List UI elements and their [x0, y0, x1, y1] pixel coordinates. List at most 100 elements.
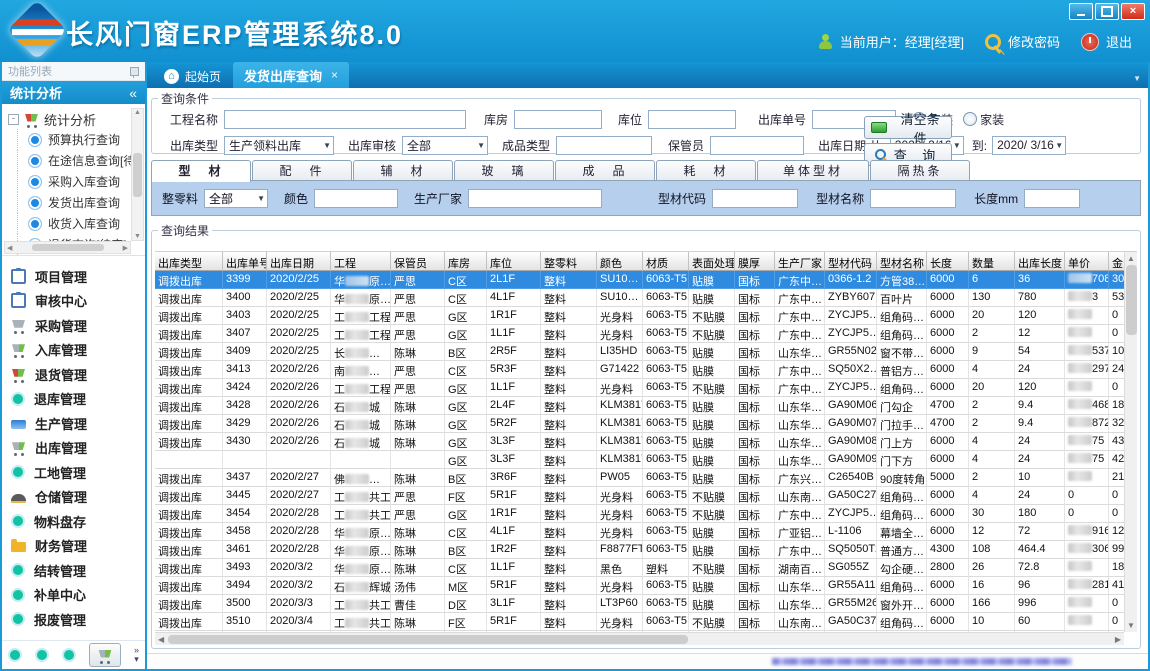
scroll-left-icon[interactable]: ◀ [158, 635, 164, 644]
category-tab[interactable]: 成 品 [555, 160, 655, 181]
sidebar-module-item[interactable]: 项目管理 [2, 264, 145, 289]
table-row[interactable]: 调拨出库34302020/2/26石城陈琳G区3L3F整料KLM38176063… [155, 433, 1124, 451]
out-type-select[interactable]: 生产领料出库▼ [224, 136, 334, 155]
table-row[interactable]: 调拨出库34282020/2/26石城陈琳G区2L4F整料KLM38176063… [155, 397, 1124, 415]
scrollbar-thumb[interactable] [32, 244, 104, 251]
table-row[interactable]: 调拨出库34242020/2/26工工程严思G区1L1F整料光身料6063-T5… [155, 379, 1124, 397]
location-input[interactable] [648, 110, 736, 129]
column-header[interactable]: 金 [1109, 252, 1124, 271]
table-row[interactable]: 调拨出库34372020/2/27佛…陈琳B区3R6F整料PW056063-T5… [155, 469, 1124, 487]
tree-collapse-icon[interactable]: - [8, 114, 19, 125]
table-row[interactable]: 调拨出库34132020/2/26南…严思C区5R3F整料G714226063-… [155, 361, 1124, 379]
project-name-input[interactable] [224, 110, 466, 129]
sidebar-module-item[interactable]: 财务管理 [2, 534, 145, 559]
sidebar-module-item[interactable]: 采购管理 [2, 313, 145, 338]
tree-item[interactable]: 收货入库查询 [8, 213, 131, 234]
length-input[interactable] [1024, 189, 1080, 208]
column-header[interactable]: 出库长度 [1015, 252, 1065, 271]
scroll-down-icon[interactable]: ▼ [134, 233, 141, 240]
footer-more-button[interactable]: »▾ [134, 646, 139, 664]
change-password-link[interactable]: 修改密码 [1008, 32, 1060, 51]
collapse-icon[interactable]: « [129, 85, 137, 101]
sidebar-module-item[interactable]: 审核中心 [2, 289, 145, 314]
column-header[interactable]: 保管员 [391, 252, 445, 271]
radio-jiazhuang[interactable]: 家装 [963, 111, 1004, 128]
tree-item[interactable]: 在途信息查询[待 [8, 150, 131, 171]
profile-name-input[interactable] [870, 189, 956, 208]
sidebar-module-item[interactable]: 补单中心 [2, 583, 145, 608]
tree-item[interactable]: 采购入库查询 [8, 171, 131, 192]
column-header[interactable]: 长度 [927, 252, 969, 271]
scrollbar-thumb[interactable] [168, 635, 688, 644]
tree-item[interactable]: 退库管理[待定] [8, 255, 131, 256]
column-header[interactable]: 颜色 [597, 252, 643, 271]
sidebar-module-item[interactable]: 出库管理 [2, 436, 145, 461]
table-row[interactable]: 调拨出库35102020/3/4工共工程陈琳F区5R1F整料光身料6063-T5… [155, 613, 1124, 631]
column-header[interactable]: 膜厚 [735, 252, 775, 271]
table-row[interactable]: 调拨出库34542020/2/28工共工程严思G区1R1F整料光身料6063-T… [155, 505, 1124, 523]
category-tab[interactable]: 玻 璃 [454, 160, 554, 181]
footer-circle-icon[interactable] [8, 648, 22, 662]
scrollbar-thumb[interactable] [133, 153, 142, 197]
footer-cart-button[interactable] [89, 643, 121, 667]
table-row[interactable]: 调拨出库34002020/2/25华原…严思C区4L1F整料SU10…6063-… [155, 289, 1124, 307]
scroll-right-icon[interactable]: ▶ [123, 244, 128, 252]
table-row[interactable]: 调拨出库35002020/3/3工共工程曹佳D区3L1F整料LT3P606063… [155, 595, 1124, 613]
color-input[interactable] [314, 189, 398, 208]
table-row[interactable]: 调拨出库34292020/2/26石城陈琳G区5R2F整料KLM38176063… [155, 415, 1124, 433]
column-header[interactable]: 单价 [1065, 252, 1109, 271]
manufacturer-input[interactable] [468, 189, 602, 208]
warehouse-input[interactable] [514, 110, 602, 129]
table-row[interactable]: G区3L3F整料KLM38176063-T5贴膜国标山东华…GA90M09.门下… [155, 451, 1124, 469]
table-row[interactable]: 调拨出库33992020/2/25华原…严思C区2L1F整料SU10…6063-… [155, 271, 1124, 289]
table-row[interactable]: 调拨出库34942020/3/2石辉城汤伟M区5R1F整料光身料6063-T5贴… [155, 577, 1124, 595]
table-row[interactable]: 调拨出库34932020/3/2华原…陈琳C区1L1F整料黑色塑料不贴膜国标湖南… [155, 559, 1124, 577]
grid-horizontal-scrollbar[interactable]: ◀ ▶ [155, 632, 1124, 645]
column-header[interactable]: 生产厂家 [775, 252, 825, 271]
column-header[interactable]: 材质 [643, 252, 689, 271]
column-header[interactable]: 型材名称 [877, 252, 927, 271]
whole-part-select[interactable]: 全部▼ [204, 189, 268, 208]
tab-shipment-outbound-query[interactable]: 发货出库查询 × [233, 62, 349, 88]
table-row[interactable]: 调拨出库34582020/2/28华原…陈琳C区4L1F整料光身料6063-T5… [155, 523, 1124, 541]
table-row[interactable]: 调拨出库34072020/2/25工工程严思G区1L1F整料光身料6063-T5… [155, 325, 1124, 343]
keeper-input[interactable] [710, 136, 804, 155]
tree-item[interactable]: 发货出库查询 [8, 192, 131, 213]
sidebar-module-item[interactable]: 退货管理 [2, 362, 145, 387]
category-tab[interactable]: 隔热条 [870, 160, 970, 181]
column-header[interactable]: 整零料 [541, 252, 597, 271]
footer-circle-icon[interactable] [35, 648, 49, 662]
tree-vertical-scrollbar[interactable]: ▲ ▼ [131, 108, 144, 241]
date-to-picker[interactable]: 2020/ 3/16▼ [992, 136, 1066, 155]
tree-horizontal-scrollbar[interactable]: ◀ ▶ [4, 241, 131, 254]
clear-conditions-button[interactable]: 清空条件 [864, 116, 952, 139]
column-header[interactable]: 工程 [331, 252, 391, 271]
column-header[interactable]: 表面处理 [689, 252, 735, 271]
maximize-button[interactable] [1095, 3, 1119, 20]
column-header[interactable]: 出库单号 [223, 252, 267, 271]
scroll-up-icon[interactable]: ▲ [1127, 254, 1135, 263]
table-row[interactable]: 调拨出库34612020/2/28华原…陈琳B区1R2F整料F8877FT606… [155, 541, 1124, 559]
column-header[interactable]: 出库类型 [155, 252, 223, 271]
column-header[interactable]: 库房 [445, 252, 487, 271]
scroll-down-icon[interactable]: ▼ [1127, 621, 1135, 630]
scroll-left-icon[interactable]: ◀ [7, 244, 12, 252]
sidebar-module-item[interactable]: 仓储管理 [2, 485, 145, 510]
tree-item[interactable]: 预算执行查询 [8, 129, 131, 150]
tab-home[interactable]: 起始页 [152, 64, 233, 88]
category-tab[interactable]: 耗 材 [656, 160, 756, 181]
table-row[interactable]: 调拨出库34032020/2/25工工程严思G区1R1F整料光身料6063-T5… [155, 307, 1124, 325]
close-button[interactable]: × [1121, 3, 1145, 20]
tab-list-dropdown-icon[interactable]: ▼ [1133, 74, 1141, 83]
tab-close-icon[interactable]: × [331, 68, 338, 82]
category-tab[interactable]: 单体型材 [757, 160, 869, 181]
grid-vertical-scrollbar[interactable]: ▲ ▼ [1124, 252, 1137, 632]
sidebar-module-item[interactable]: 报废管理 [2, 607, 145, 632]
audit-select[interactable]: 全部▼ [402, 136, 488, 155]
footer-circle-icon[interactable] [62, 648, 76, 662]
column-header[interactable]: 出库日期 [267, 252, 331, 271]
category-tab[interactable]: 辅 材 [353, 160, 453, 181]
scroll-up-icon[interactable]: ▲ [134, 109, 141, 116]
logout-link[interactable]: 退出 [1106, 32, 1132, 51]
minimize-button[interactable] [1069, 3, 1093, 20]
